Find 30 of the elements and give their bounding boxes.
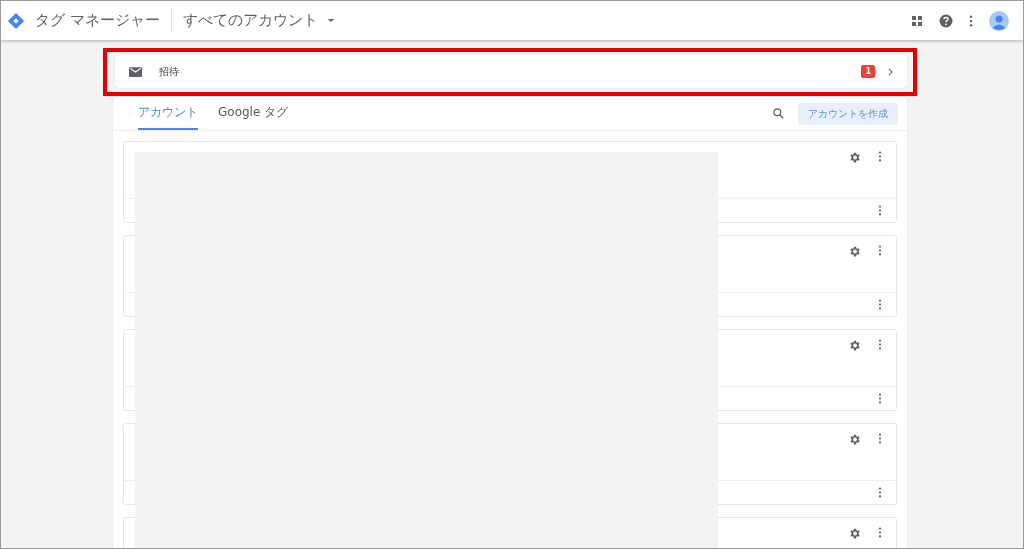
more-menu-icon[interactable] bbox=[878, 339, 882, 350]
product-name: タグ マネージャー bbox=[35, 11, 160, 30]
settings-icon[interactable] bbox=[848, 245, 861, 258]
apps-grid-icon[interactable] bbox=[911, 14, 923, 27]
help-icon[interactable] bbox=[939, 13, 953, 28]
diamond-logo-icon bbox=[7, 11, 25, 30]
account-selector[interactable]: すべてのアカウント bbox=[182, 11, 335, 30]
tab[interactable]: Google タグ bbox=[218, 97, 289, 130]
mail-icon bbox=[129, 66, 142, 77]
more-menu-icon[interactable] bbox=[878, 393, 882, 404]
settings-icon[interactable] bbox=[848, 433, 861, 446]
more-menu-icon[interactable] bbox=[878, 299, 882, 310]
avatar-icon[interactable] bbox=[989, 10, 1009, 31]
tab[interactable]: アカウント bbox=[138, 97, 198, 130]
settings-icon[interactable] bbox=[848, 339, 861, 352]
invitations-label: 招待 bbox=[159, 64, 179, 79]
invitations-row[interactable]: 招待 1 bbox=[115, 55, 907, 88]
more-menu-icon[interactable] bbox=[878, 487, 882, 498]
settings-icon[interactable] bbox=[848, 151, 861, 164]
more-menu-icon[interactable] bbox=[878, 151, 882, 162]
caret-icon bbox=[326, 18, 335, 23]
more-menu-icon[interactable] bbox=[878, 245, 882, 256]
settings-icon[interactable] bbox=[848, 527, 861, 540]
chevron-right-icon bbox=[888, 67, 893, 76]
more-menu-icon[interactable] bbox=[878, 205, 882, 216]
more-menu-icon[interactable] bbox=[878, 527, 882, 538]
count-badge: 1 bbox=[861, 65, 875, 78]
more-menu-icon[interactable] bbox=[878, 433, 882, 444]
more-menu-icon[interactable] bbox=[969, 14, 973, 27]
search-icon[interactable] bbox=[773, 108, 784, 119]
